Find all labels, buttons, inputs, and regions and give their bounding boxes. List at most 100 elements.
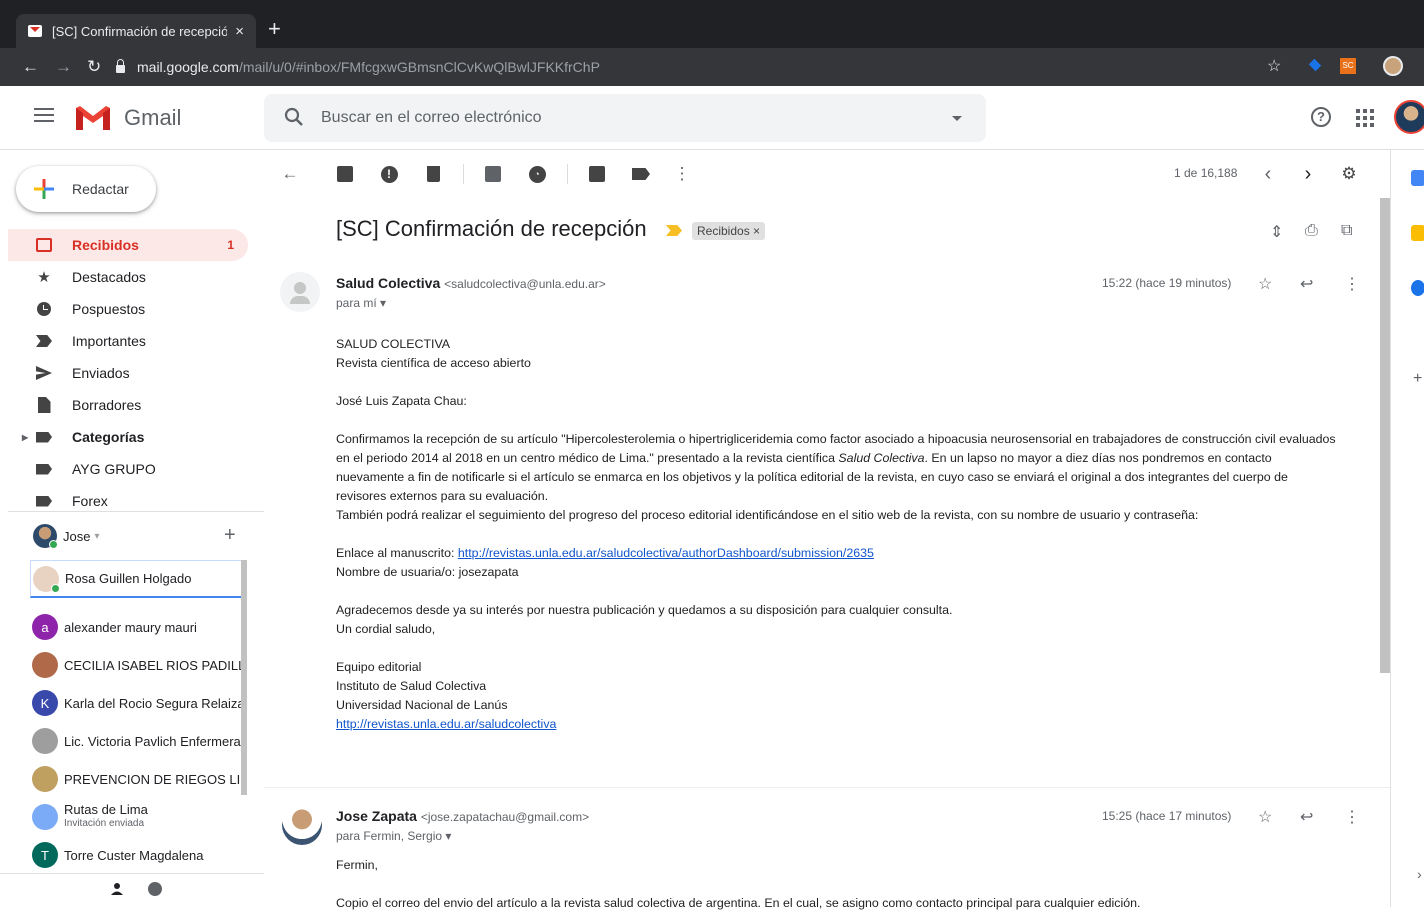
- more-vert-icon[interactable]: ⋮: [1344, 274, 1360, 294]
- archive-icon[interactable]: [335, 164, 355, 184]
- link-label: Enlace al manuscrito:: [336, 546, 458, 560]
- label-chip-inbox[interactable]: Recibidos ×: [692, 222, 766, 240]
- search-input[interactable]: Buscar en el correo electrónico: [321, 109, 542, 127]
- url-field[interactable]: mail.google.com/mail/u/0/#inbox/FMfcgxwG…: [116, 53, 1416, 81]
- sidebar-item-sent[interactable]: Enviados: [8, 357, 248, 389]
- reply-icon[interactable]: ↩: [1300, 274, 1313, 294]
- google-apps-icon[interactable]: [1356, 109, 1374, 127]
- list-item[interactable]: Lic. Victoria Pavlich Enfermera: [30, 722, 242, 760]
- browser-profile-avatar[interactable]: [1383, 56, 1403, 76]
- divider: [264, 787, 1390, 788]
- sidebar-item-categories[interactable]: ▶ Categorías: [8, 421, 248, 453]
- sidebar-item-forex[interactable]: Forex: [8, 485, 248, 517]
- forward-arrow-icon[interactable]: →: [55, 57, 72, 77]
- message-body: SALUD COLECTIVA Revista científica de ac…: [336, 335, 1336, 753]
- url-path: /mail/u/0/#inbox/FMfcgxwGBmsnClCvKwQlBwl…: [238, 59, 600, 75]
- conversations-quote-icon[interactable]: [148, 882, 162, 896]
- message-sender[interactable]: Salud Colectiva <saludcolectiva@unla.edu…: [336, 275, 606, 291]
- body-greeting: José Luis Zapata Chau:: [336, 394, 467, 408]
- recipients-toggle[interactable]: para mí ▾: [336, 296, 386, 310]
- importance-marker-icon[interactable]: [666, 225, 682, 236]
- sidebar-item-snoozed[interactable]: Pospuestos: [8, 293, 248, 325]
- sidebar-item-inbox[interactable]: Recibidos 1: [8, 229, 248, 261]
- browser-tab[interactable]: [SC] Confirmación de recepción ×: [16, 14, 256, 48]
- move-to-folder-icon[interactable]: [587, 164, 607, 184]
- collapse-all-icon[interactable]: ⇕: [1270, 222, 1283, 242]
- delete-trash-icon[interactable]: [423, 164, 443, 184]
- list-item[interactable]: K Karla del Rocio Segura Relaiza: [30, 684, 242, 722]
- snooze-clock-icon[interactable]: ◔: [527, 164, 547, 184]
- message-time: 15:25 (hace 17 minutos): [1102, 809, 1232, 823]
- list-item[interactable]: a alexander maury mauri: [30, 608, 242, 646]
- sidebar-item-label: Categorías: [72, 429, 145, 445]
- inbox-icon: [34, 238, 54, 252]
- list-item[interactable]: CECILIA ISABEL RIOS PADILLA: [30, 646, 242, 684]
- unread-count: 1: [227, 238, 234, 252]
- open-new-window-icon[interactable]: ⧉: [1341, 222, 1352, 240]
- avatar: [32, 804, 58, 830]
- report-spam-icon[interactable]: !: [379, 164, 399, 184]
- message-sender[interactable]: Jose Zapata <jose.zapatachau@gmail.com>: [336, 808, 589, 824]
- label-icon[interactable]: [631, 164, 651, 184]
- bookmark-star-icon[interactable]: ☆: [1267, 56, 1281, 76]
- star-icon[interactable]: ☆: [1258, 274, 1272, 294]
- manuscript-link[interactable]: http://revistas.unla.edu.ar/saludcolecti…: [458, 546, 874, 560]
- star-icon[interactable]: ☆: [1258, 807, 1272, 827]
- sender-avatar[interactable]: [282, 805, 322, 845]
- tasks-icon[interactable]: [1411, 280, 1424, 296]
- expand-caret-icon[interactable]: ▶: [22, 433, 28, 442]
- main-menu-icon[interactable]: [34, 108, 54, 124]
- label-icon: [34, 463, 54, 475]
- contacts-person-icon[interactable]: [110, 882, 124, 896]
- list-item[interactable]: T Torre Custer Magdalena: [30, 836, 242, 874]
- add-on-plus-icon[interactable]: +: [1413, 370, 1422, 388]
- chevron-down-icon[interactable]: ▾: [94, 531, 99, 542]
- search-bar[interactable]: Buscar en el correo electrónico: [264, 94, 986, 142]
- more-vert-icon[interactable]: ⋮: [672, 164, 692, 184]
- address-bar: ← → ↻ mail.google.com/mail/u/0/#inbox/FM…: [0, 48, 1424, 86]
- thread-scrollbar[interactable]: [1380, 198, 1390, 673]
- account-avatar[interactable]: [1394, 100, 1424, 134]
- reload-icon[interactable]: ↻: [87, 57, 101, 77]
- sidebar-item-label: Pospuestos: [72, 301, 146, 317]
- contact-name: PREVENCION DE RIEGOS LIMA: [64, 771, 242, 787]
- body-line: Nombre de usuaria/o: josezapata: [336, 565, 519, 579]
- expand-panel-chevron-icon[interactable]: ›: [1417, 866, 1422, 882]
- body-line: Copio el correo del envio del artículo a…: [336, 896, 1141, 910]
- new-conversation-icon[interactable]: +: [224, 524, 236, 547]
- help-icon[interactable]: ?: [1311, 107, 1331, 127]
- list-item[interactable]: Rosa Guillen Holgado: [30, 560, 242, 598]
- journal-link[interactable]: http://revistas.unla.edu.ar/saludcolecti…: [336, 717, 556, 731]
- keep-icon[interactable]: [1411, 225, 1424, 241]
- new-tab-button[interactable]: +: [268, 18, 281, 40]
- search-icon[interactable]: [284, 107, 304, 127]
- recipients-toggle[interactable]: para Fermin, Sergio ▾: [336, 829, 451, 843]
- sc-extension-icon[interactable]: SC: [1340, 58, 1356, 74]
- hangouts-me[interactable]: Jose ▾: [33, 521, 243, 551]
- reply-icon[interactable]: ↩: [1300, 807, 1313, 827]
- list-item[interactable]: PREVENCION DE RIEGOS LIMA: [30, 760, 242, 798]
- avatar: [33, 565, 60, 593]
- body-line: Un cordial saludo,: [336, 622, 436, 636]
- compose-button[interactable]: Redactar: [16, 166, 156, 212]
- sidebar-item-label: Forex: [72, 493, 108, 509]
- sidebar-item-starred[interactable]: ★ Destacados: [8, 261, 248, 293]
- more-vert-icon[interactable]: ⋮: [1344, 807, 1360, 827]
- tab-close-icon[interactable]: ×: [235, 23, 244, 40]
- sidebar-item-important[interactable]: Importantes: [8, 325, 248, 357]
- sidebar-item-ayg-grupo[interactable]: AYG GRUPO: [8, 453, 248, 485]
- message-time: 15:22 (hace 19 minutos): [1102, 276, 1232, 290]
- older-chevron-icon[interactable]: ‹: [1258, 163, 1278, 185]
- newer-chevron-icon[interactable]: ›: [1298, 163, 1318, 185]
- hangouts-scrollbar[interactable]: [241, 560, 247, 795]
- list-item[interactable]: Rutas de Lima Invitación enviada: [30, 798, 242, 836]
- search-options-icon[interactable]: [952, 116, 962, 121]
- back-to-inbox-icon[interactable]: ←: [280, 164, 300, 184]
- mark-unread-icon[interactable]: [483, 164, 503, 184]
- print-icon[interactable]: ⎙: [1305, 222, 1318, 240]
- sender-avatar[interactable]: [280, 272, 320, 312]
- settings-gear-icon[interactable]: ⚙: [1339, 164, 1359, 184]
- calendar-icon[interactable]: [1411, 170, 1424, 186]
- back-arrow-icon[interactable]: ←: [22, 57, 39, 77]
- sidebar-item-drafts[interactable]: Borradores: [8, 389, 248, 421]
